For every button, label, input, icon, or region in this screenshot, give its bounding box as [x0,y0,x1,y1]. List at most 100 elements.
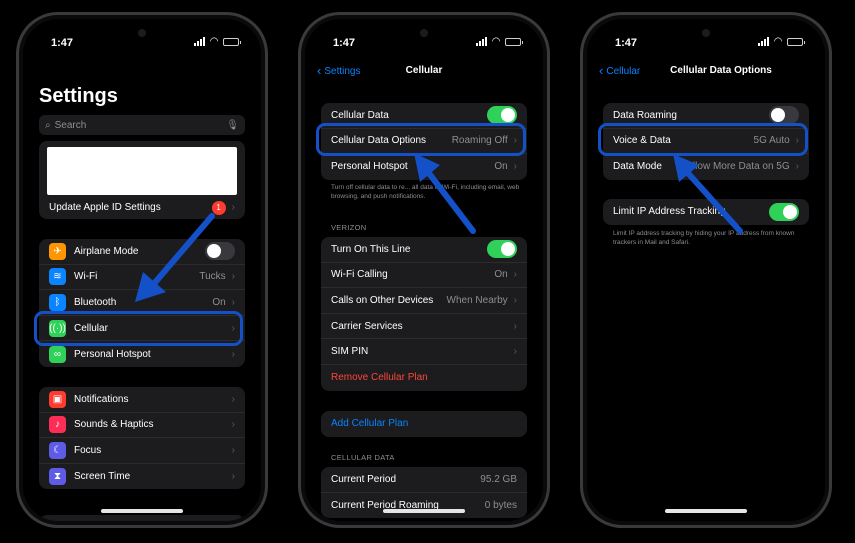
limit-ip-tracking-label: Limit IP Address Tracking [613,206,726,218]
wifi-status-icon: ◠ [774,36,782,47]
status-bar: 1:47 ◠ [305,19,543,59]
personal-hotspot-label: Personal Hotspot [331,161,408,173]
airplane-icon: ✈ [49,242,66,260]
home-indicator[interactable] [665,509,747,513]
add-cellular-plan-button[interactable]: Add Cellular Plan [321,411,527,437]
row-focus[interactable]: ☾ Focus › [39,438,245,464]
connectivity-group: ✈ Airplane Mode ≋ Wi-Fi Tucks › ᛒ Blueto… [39,239,245,367]
chevron-right-icon: › [231,419,235,431]
moon-icon: ☾ [49,441,66,459]
cellular-screen: 1:47 ◠ ‹ Settings Cellular Cellular Data… [305,19,543,521]
row-turn-on-line[interactable]: Turn On This Line [321,237,527,263]
update-apple-id-label: Update Apple ID Settings [49,202,161,214]
chevron-right-icon: › [231,444,235,456]
speaker-icon: ♪ [49,416,66,434]
carrier-services-label: Carrier Services [331,320,403,332]
screen-time-label: Screen Time [74,471,131,483]
search-placeholder: Search [54,119,87,131]
row-carrier-services[interactable]: Carrier Services › [321,314,527,340]
row-calls-other-devices[interactable]: Calls on Other Devices When Nearby › [321,288,527,314]
hourglass-icon: ⧗ [49,468,66,486]
chevron-right-icon: › [795,161,799,173]
nav-title: Cellular Data Options [670,65,772,76]
camera-dot [702,29,710,37]
personal-hotspot-value: On [494,161,508,173]
home-indicator[interactable] [383,509,465,513]
data-mode-value: Allow More Data on 5G [686,161,790,173]
cellular-footnote: Turn off cellular data to re... all data… [331,184,520,200]
calls-other-devices-value: When Nearby [446,294,508,306]
search-input[interactable]: ⌕ Search 🎙︎ [39,115,245,135]
phone-cellular: 1:47 ◠ ‹ Settings Cellular Cellular Data… [298,12,550,528]
bell-icon: ▣ [49,390,66,408]
chevron-right-icon: › [513,269,517,281]
general-group: ▣ Notifications › ♪ Sounds & Haptics › ☾… [39,387,245,490]
remove-plan-label: Remove Cellular Plan [331,372,428,384]
data-options-highlight [316,123,526,156]
calls-other-devices-label: Calls on Other Devices [331,294,434,306]
add-plan-group: Add Cellular Plan [321,411,527,437]
row-airplane-mode[interactable]: ✈ Airplane Mode [39,239,245,265]
turn-on-line-toggle[interactable] [487,240,517,259]
phone-bezel: 1:47 ◠ Settings ⌕ Search 🎙︎ Update Apple… [19,15,265,525]
bluetooth-value: On [212,296,226,308]
wifi-value: Tucks [199,271,226,283]
home-indicator[interactable] [101,509,183,513]
profile-card[interactable] [47,147,237,195]
row-sounds[interactable]: ♪ Sounds & Haptics › [39,413,245,439]
tracking-footnote: Limit IP address tracking by hiding your… [613,230,795,246]
data-roaming-toggle[interactable] [769,106,799,125]
current-period-label: Current Period [331,473,397,485]
airplane-mode-label: Airplane Mode [74,245,139,257]
row-limit-ip-tracking[interactable]: Limit IP Address Tracking [603,199,809,225]
chevron-right-icon: › [231,348,235,360]
nav-bar: ‹ Cellular Cellular Data Options [587,63,825,87]
status-icons: ◠ [476,36,523,47]
carrier-section-label: VERIZON [331,223,367,232]
current-period-roaming-value: 0 bytes [484,499,517,511]
data-options-screen: 1:47 ◠ ‹ Cellular Cellular Data Options … [587,19,825,521]
row-screen-time[interactable]: ⧗ Screen Time › [39,464,245,490]
wifi-status-icon: ◠ [492,36,500,47]
page-title: Settings [39,85,118,107]
airplane-mode-toggle[interactable] [205,242,235,261]
chevron-right-icon: › [513,294,517,306]
chevron-left-icon: ‹ [599,63,604,78]
row-personal-hotspot[interactable]: Personal Hotspot On › [321,154,527,180]
limit-ip-tracking-toggle[interactable] [769,202,799,221]
bluetooth-label: Bluetooth [74,296,117,308]
settings-screen: 1:47 ◠ Settings ⌕ Search 🎙︎ Update Apple… [23,19,261,521]
battery-icon [787,37,805,46]
row-data-mode[interactable]: Data Mode Allow More Data on 5G › [603,154,809,180]
chevron-right-icon: › [231,271,235,283]
camera-dot [420,29,428,37]
status-icons: ◠ [758,36,805,47]
nav-title: Cellular [405,65,443,76]
link-icon: ∞ [49,345,66,363]
row-notifications[interactable]: ▣ Notifications › [39,387,245,413]
update-apple-id-row[interactable]: Update Apple ID Settings 1 › [39,195,245,221]
mic-icon[interactable]: 🎙︎ [226,120,239,131]
row-current-period-roaming: Current Period Roaming 0 bytes [321,493,527,519]
wifi-label: Wi-Fi [74,271,98,283]
row-wifi[interactable]: ≋ Wi-Fi Tucks › [39,265,245,291]
data-mode-label: Data Mode [613,161,662,173]
wifi-status-icon: ◠ [210,36,218,47]
sounds-label: Sounds & Haptics [74,419,154,431]
chevron-right-icon: › [231,393,235,405]
carrier-group: Turn On This Line Wi-Fi Calling On › Cal… [321,237,527,391]
chevron-right-icon: › [513,320,517,332]
phone-bezel: 1:47 ◠ ‹ Settings Cellular Cellular Data… [301,15,547,525]
row-sim-pin[interactable]: SIM PIN › [321,339,527,365]
chevron-right-icon: › [513,161,517,173]
cellular-data-label: Cellular Data [331,109,389,121]
chevron-right-icon: › [231,296,235,308]
nav-bar: ‹ Settings Cellular [305,64,543,87]
cellular-data-toggle[interactable] [487,106,517,125]
notification-badge: 1 [211,200,226,215]
personal-hotspot-label: Personal Hotspot [74,348,151,360]
row-wifi-calling[interactable]: Wi-Fi Calling On › [321,263,527,289]
focus-label: Focus [74,444,102,456]
row-remove-plan[interactable]: Remove Cellular Plan [321,365,527,391]
tracking-group: Limit IP Address Tracking [603,199,809,225]
